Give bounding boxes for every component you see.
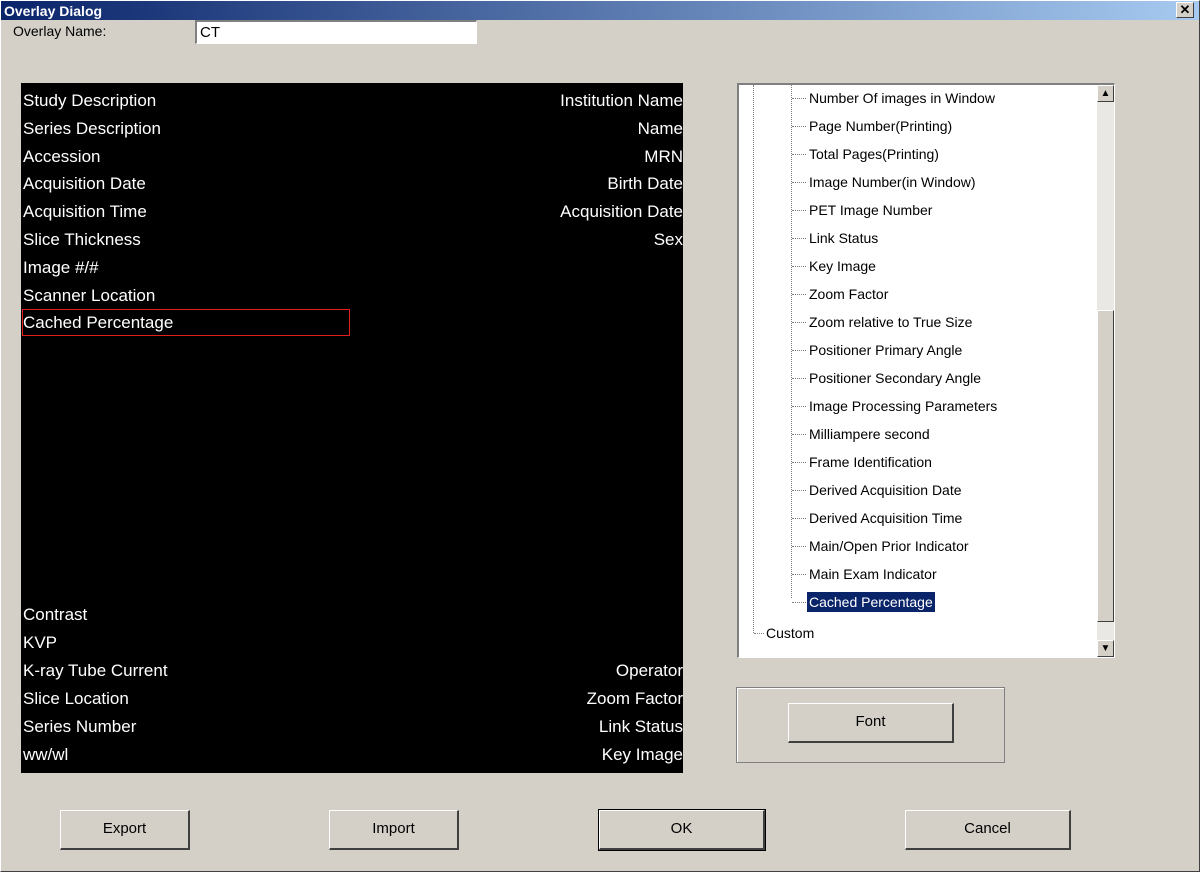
- overlay-name-input[interactable]: [195, 20, 477, 44]
- tree-item[interactable]: Page Number(Printing): [809, 116, 952, 136]
- tree-item[interactable]: Number Of images in Window: [809, 88, 995, 108]
- tree-root-connector: [754, 633, 764, 634]
- tree-connector: [792, 154, 806, 155]
- overlay-field[interactable]: Link Status: [599, 718, 683, 736]
- overlay-field[interactable]: Zoom Factor: [587, 690, 683, 708]
- tree-connector: [792, 322, 806, 323]
- overlay-field[interactable]: Contrast: [23, 606, 87, 624]
- overlay-dialog-window: Overlay Dialog ✕ Overlay Name: Study Des…: [0, 0, 1200, 872]
- scroll-up-button[interactable]: ▲: [1097, 85, 1114, 102]
- overlay-field[interactable]: Series Description: [23, 119, 161, 138]
- cancel-button[interactable]: Cancel: [905, 810, 1071, 850]
- tree-item[interactable]: Positioner Primary Angle: [809, 340, 962, 360]
- overlay-field[interactable]: Study Description: [23, 92, 156, 110]
- overlay-field[interactable]: ww/wl: [23, 746, 68, 764]
- tree-connector: [792, 294, 806, 295]
- overlay-field[interactable]: KVP: [23, 634, 57, 652]
- tree-connector: [792, 350, 806, 351]
- tree-connector: [792, 546, 806, 547]
- tree-connector: [792, 574, 806, 575]
- overlay-field[interactable]: K-ray Tube Current: [23, 662, 168, 680]
- close-button[interactable]: ✕: [1176, 2, 1194, 18]
- tree-connector: [792, 518, 806, 519]
- scroll-thumb[interactable]: [1097, 310, 1114, 622]
- tree-connector: [792, 378, 806, 379]
- overlay-field[interactable]: Slice Thickness: [23, 231, 141, 249]
- overlay-field[interactable]: Slice Location: [23, 690, 129, 708]
- tree-item[interactable]: Milliampere second: [809, 424, 930, 444]
- tree-connector: [792, 462, 806, 463]
- overlay-preview[interactable]: Study Description Series Description Acces…: [21, 83, 683, 773]
- overlay-field[interactable]: Accession: [23, 147, 100, 166]
- overlay-field[interactable]: Acquisition Date: [560, 203, 683, 221]
- tree-item[interactable]: Key Image: [809, 256, 876, 276]
- tree-item[interactable]: Positioner Secondary Angle: [809, 368, 981, 388]
- tree-item[interactable]: Zoom Factor: [809, 284, 888, 304]
- overlay-field[interactable]: Sex: [654, 231, 683, 249]
- overlay-field[interactable]: Key Image: [602, 746, 683, 764]
- tree-item[interactable]: Link Status: [809, 228, 878, 248]
- overlay-field[interactable]: Series Number: [23, 718, 136, 736]
- tree-item[interactable]: Zoom relative to True Size: [809, 312, 972, 332]
- tree-connector: [792, 490, 806, 491]
- close-icon: ✕: [1179, 2, 1191, 17]
- field-tree[interactable]: Number Of images in Window Page Number(Pr…: [737, 83, 1115, 658]
- import-button[interactable]: Import: [329, 810, 459, 850]
- title-bar[interactable]: Overlay Dialog ✕: [1, 1, 1199, 20]
- tree-item[interactable]: Derived Acquisition Date: [809, 480, 962, 500]
- overlay-field[interactable]: Operator: [616, 662, 683, 680]
- overlay-field[interactable]: Scanner Location: [23, 286, 155, 305]
- ok-button[interactable]: OK: [598, 809, 766, 851]
- tree-item[interactable]: Main/Open Prior Indicator: [809, 536, 969, 556]
- tree-item[interactable]: Image Processing Parameters: [809, 396, 997, 416]
- tree-item[interactable]: Derived Acquisition Time: [809, 508, 962, 528]
- tree-connector: [792, 406, 806, 407]
- scroll-down-button[interactable]: ▼: [1097, 640, 1114, 657]
- tree-branch-line: [791, 85, 792, 598]
- window-title: Overlay Dialog: [4, 3, 103, 19]
- tree-connector: [792, 182, 806, 183]
- selected-field-highlight: [22, 309, 350, 336]
- overlay-field[interactable]: Birth Date: [607, 175, 683, 193]
- tree-connector: [792, 266, 806, 267]
- overlay-field[interactable]: Name: [638, 119, 683, 138]
- overlay-field[interactable]: Institution Name: [560, 92, 683, 110]
- tree-scrollbar[interactable]: ▲ ▼: [1097, 85, 1114, 657]
- up-arrow-icon: ▲: [1100, 88, 1111, 99]
- overlay-field[interactable]: MRN: [644, 147, 683, 166]
- tree-connector: [792, 434, 806, 435]
- tree-item[interactable]: Cached Percentage: [806, 591, 936, 613]
- tree-root-line: [753, 85, 754, 633]
- tree-connector: [792, 602, 806, 603]
- tree-item-custom[interactable]: Custom: [766, 623, 814, 643]
- font-button[interactable]: Font: [788, 703, 954, 743]
- tree-item[interactable]: Main Exam Indicator: [809, 564, 937, 584]
- overlay-name-label: Overlay Name:: [13, 23, 107, 39]
- tree-item[interactable]: Image Number(in Window): [809, 172, 976, 192]
- tree-item[interactable]: Total Pages(Printing): [809, 144, 939, 164]
- overlay-field[interactable]: Acquisition Date: [23, 175, 146, 193]
- down-arrow-icon: ▼: [1100, 643, 1111, 654]
- tree-connector: [792, 210, 806, 211]
- tree-item[interactable]: Frame Identification: [809, 452, 932, 472]
- export-button[interactable]: Export: [60, 810, 190, 850]
- overlay-field[interactable]: Acquisition Time: [23, 203, 147, 221]
- overlay-field[interactable]: Image #/#: [23, 258, 99, 277]
- tree-connector: [792, 238, 806, 239]
- tree-item[interactable]: PET Image Number: [809, 200, 932, 220]
- tree-connector: [792, 126, 806, 127]
- tree-connector: [792, 98, 806, 99]
